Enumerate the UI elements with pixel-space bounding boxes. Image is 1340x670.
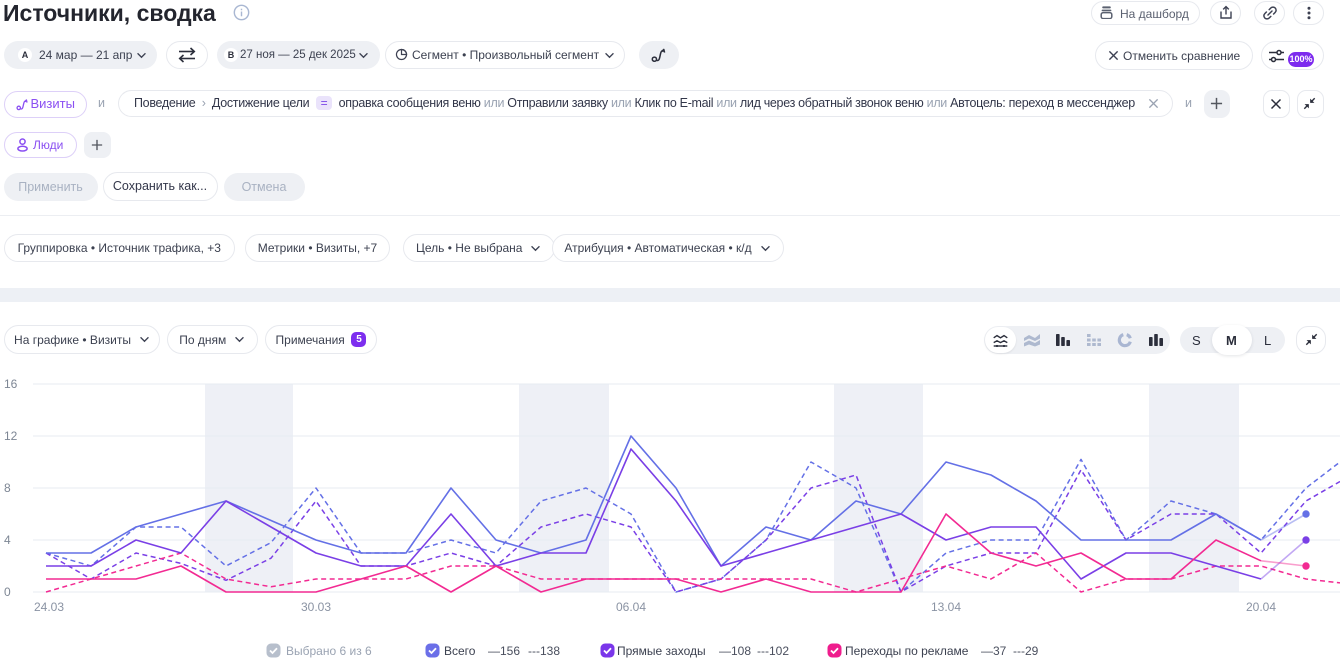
svg-text:06.04: 06.04 bbox=[616, 600, 646, 614]
svg-text:13.04: 13.04 bbox=[931, 600, 961, 614]
svg-text:4: 4 bbox=[4, 533, 11, 547]
svg-text:30.03: 30.03 bbox=[301, 600, 331, 614]
svg-text:12: 12 bbox=[4, 429, 18, 443]
svg-text:20.04: 20.04 bbox=[1246, 600, 1276, 614]
svg-text:8: 8 bbox=[4, 481, 11, 495]
svg-text:0: 0 bbox=[4, 585, 11, 599]
svg-text:16: 16 bbox=[4, 377, 18, 391]
svg-text:24.03: 24.03 bbox=[34, 600, 64, 614]
